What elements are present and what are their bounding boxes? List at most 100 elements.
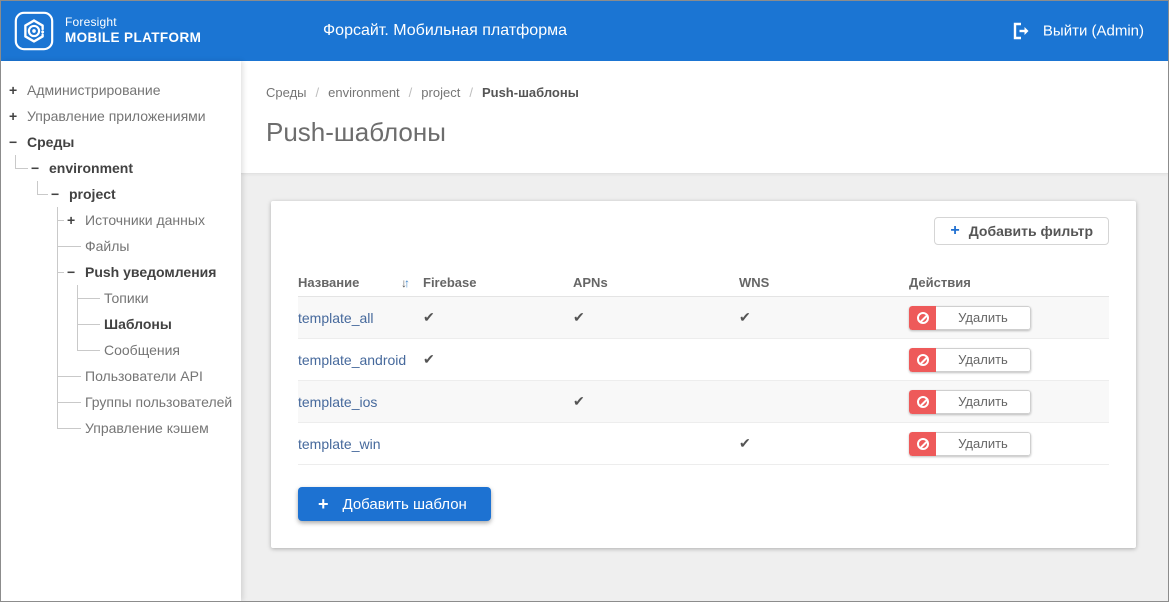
delete-button[interactable]: Удалить xyxy=(909,389,1031,414)
sidebar-item-label: Пользователи API xyxy=(85,368,203,384)
apns-check-icon: ✔ xyxy=(573,309,585,325)
app-window: Foresight MOBILE PLATFORM Форсайт. Мобил… xyxy=(0,0,1169,602)
app-title: Форсайт. Мобильная платформа xyxy=(323,22,567,39)
table-body: template_all ✔ ✔ ✔ Удалить template_andr… xyxy=(298,297,1109,465)
card-footer: + Добавить шаблон xyxy=(298,487,1109,521)
column-header-apns: APNs xyxy=(573,275,608,290)
table-row: template_win ✔ Удалить xyxy=(298,423,1109,465)
brand-product: MOBILE PLATFORM xyxy=(65,30,202,46)
column-header-wns: WNS xyxy=(739,275,770,290)
add-template-button[interactable]: + Добавить шаблон xyxy=(298,487,491,521)
sidebar-item-label: Push уведомления xyxy=(85,264,217,280)
environment-tree: + Администрирование + Управление приложе… xyxy=(1,77,241,441)
template-link[interactable]: template_ios xyxy=(298,394,377,410)
sidebar-item-label: Источники данных xyxy=(85,212,205,228)
card-toolbar: + Добавить фильтр xyxy=(298,217,1109,245)
sidebar-item-administration[interactable]: + Администрирование xyxy=(1,77,241,103)
plus-icon: + xyxy=(950,222,960,239)
page-title: Push-шаблоны xyxy=(266,117,446,147)
sidebar-item-label: project xyxy=(69,186,116,202)
add-template-label: Добавить шаблон xyxy=(342,495,467,513)
navigation-sidebar: + Администрирование + Управление приложе… xyxy=(1,61,241,601)
push-children: Топики Шаблоны Сообщения xyxy=(1,285,241,363)
sidebar-item-api-users[interactable]: Пользователи API xyxy=(1,363,241,389)
delete-button[interactable]: Удалить xyxy=(909,431,1031,456)
templates-table: Название ↓↑ Firebase APNs WNS Действия t… xyxy=(298,269,1109,465)
firebase-check-icon: ✔ xyxy=(423,309,435,325)
sidebar-item-label: Группы пользователей xyxy=(85,394,233,410)
logout-icon xyxy=(1013,22,1029,40)
sidebar-item-label: Управление кэшем xyxy=(85,420,209,436)
sidebar-item-user-groups[interactable]: Группы пользователей xyxy=(1,389,241,415)
top-header-bar: Foresight MOBILE PLATFORM Форсайт. Мобил… xyxy=(1,1,1168,61)
brand-name: Foresight xyxy=(65,15,117,30)
sidebar-item-environment[interactable]: − environment xyxy=(1,155,241,181)
logout-label: Выйти (Admin) xyxy=(1042,22,1144,40)
breadcrumb-environments[interactable]: Среды xyxy=(266,85,307,100)
delete-button[interactable]: Удалить xyxy=(909,347,1031,372)
table-row: template_android ✔ Удалить xyxy=(298,339,1109,381)
breadcrumb-separator: / xyxy=(315,85,320,100)
template-link[interactable]: template_win xyxy=(298,436,381,452)
sidebar-item-label: Администрирование xyxy=(27,82,161,98)
templates-card: + Добавить фильтр Название ↓↑ Firebase A… xyxy=(271,201,1136,548)
wns-check-icon: ✔ xyxy=(739,309,751,325)
breadcrumb: Среды / environment / project / Push-шаб… xyxy=(266,85,1168,100)
sidebar-item-messages[interactable]: Сообщения xyxy=(1,337,241,363)
sidebar-item-topics[interactable]: Топики xyxy=(1,285,241,311)
template-link[interactable]: template_all xyxy=(298,310,374,326)
breadcrumb-project[interactable]: project xyxy=(421,85,460,100)
breadcrumb-separator: / xyxy=(469,85,473,100)
main-area: Среды / environment / project / Push-шаб… xyxy=(241,61,1168,601)
page-header: Среды / environment / project / Push-шаб… xyxy=(241,61,1168,174)
sidebar-item-data-sources[interactable]: + Источники данных xyxy=(1,207,241,233)
collapse-minus-icon[interactable]: − xyxy=(9,134,27,150)
sidebar-item-label: Шаблоны xyxy=(104,316,172,332)
plus-icon: + xyxy=(318,493,329,514)
sidebar-item-files[interactable]: Файлы xyxy=(1,233,241,259)
sidebar-item-label: Среды xyxy=(27,134,75,150)
sidebar-item-app-management[interactable]: + Управление приложениями xyxy=(1,103,241,129)
wns-check-icon: ✔ xyxy=(739,435,751,451)
sidebar-item-label: Сообщения xyxy=(104,342,180,358)
environment-children: − project + Источники данных Файлы − Pus… xyxy=(1,181,241,441)
sidebar-item-templates-selected[interactable]: Шаблоны xyxy=(1,311,241,337)
breadcrumb-current: Push-шаблоны xyxy=(481,85,579,100)
breadcrumb-separator: / xyxy=(408,85,413,100)
brand-block: Foresight MOBILE PLATFORM xyxy=(1,11,201,51)
column-header-name: Название ↓↑ xyxy=(298,275,410,290)
delete-button[interactable]: Удалить xyxy=(909,305,1031,330)
sort-icon[interactable]: ↓↑ xyxy=(401,276,410,290)
breadcrumb-environment[interactable]: environment xyxy=(328,85,400,100)
column-header-actions: Действия xyxy=(909,275,971,290)
brand-text: Foresight MOBILE PLATFORM xyxy=(65,15,201,47)
table-row: template_ios ✔ Удалить xyxy=(298,381,1109,423)
collapse-minus-icon[interactable]: − xyxy=(67,264,85,280)
table-header-row: Название ↓↑ Firebase APNs WNS Действия xyxy=(298,269,1109,297)
project-children: + Источники данных Файлы − Push уведомле… xyxy=(1,207,241,441)
collapse-minus-icon[interactable]: − xyxy=(51,186,69,202)
sidebar-item-project[interactable]: − project xyxy=(1,181,241,207)
column-header-firebase: Firebase xyxy=(423,275,477,290)
sidebar-item-label: environment xyxy=(49,160,134,176)
block-icon xyxy=(909,431,936,456)
block-icon xyxy=(909,347,936,372)
environments-children: − environment − project + Источники данн… xyxy=(1,155,241,441)
logout-button[interactable]: Выйти (Admin) xyxy=(1013,23,1144,40)
expand-plus-icon[interactable]: + xyxy=(9,82,27,98)
sidebar-item-push-notifications[interactable]: − Push уведомления xyxy=(1,259,241,285)
add-filter-button[interactable]: + Добавить фильтр xyxy=(934,217,1109,245)
collapse-minus-icon[interactable]: − xyxy=(31,160,49,176)
sidebar-item-cache-management[interactable]: Управление кэшем xyxy=(1,415,241,441)
sidebar-item-label: Топики xyxy=(104,290,149,306)
table-row: template_all ✔ ✔ ✔ Удалить xyxy=(298,297,1109,339)
expand-plus-icon[interactable]: + xyxy=(9,108,27,124)
foresight-logo-icon xyxy=(14,11,54,51)
content-area: + Добавить фильтр Название ↓↑ Firebase A… xyxy=(241,174,1168,601)
template-link[interactable]: template_android xyxy=(298,352,406,368)
block-icon xyxy=(909,389,936,414)
expand-plus-icon[interactable]: + xyxy=(67,212,85,228)
firebase-check-icon: ✔ xyxy=(423,351,435,367)
sidebar-item-environments[interactable]: − Среды xyxy=(1,129,241,155)
apns-check-icon: ✔ xyxy=(573,393,585,409)
